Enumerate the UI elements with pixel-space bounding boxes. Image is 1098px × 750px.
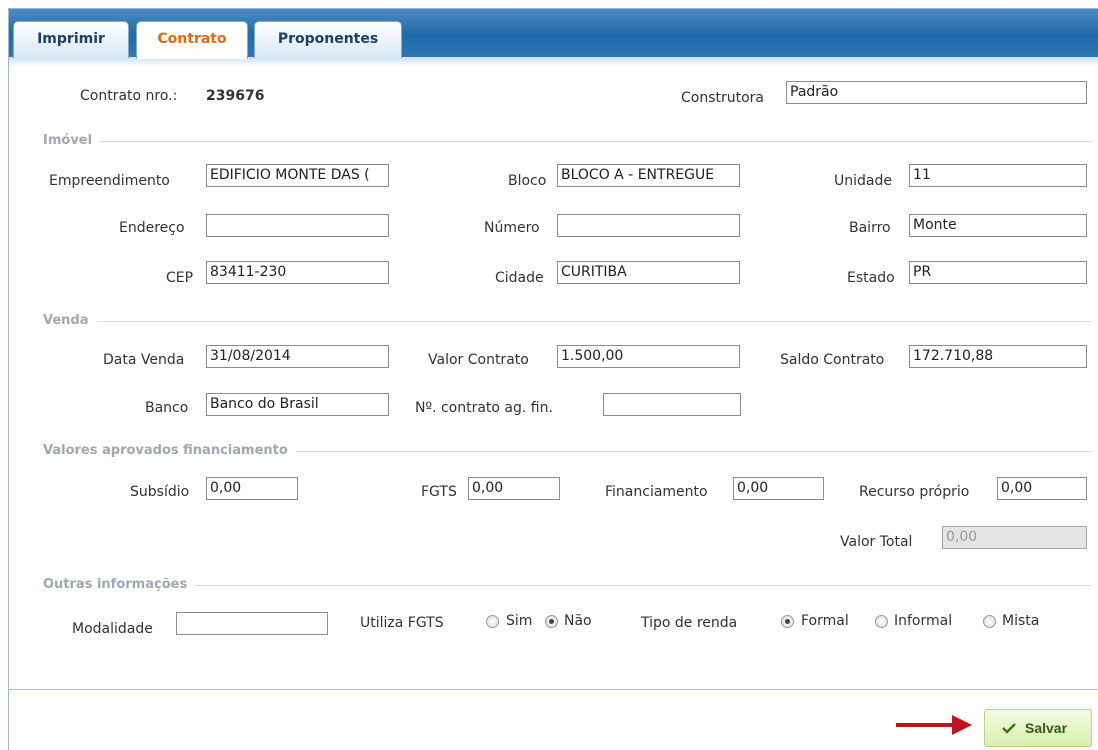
estado-input[interactable]: PR bbox=[909, 261, 1087, 284]
contrato-label: Contrato nro.: bbox=[80, 88, 178, 104]
empreendimento-input[interactable]: EDIFICIO MONTE DAS ( bbox=[206, 164, 389, 187]
numero-input[interactable] bbox=[557, 214, 740, 237]
data-venda-input[interactable]: 31/08/2014 bbox=[206, 345, 389, 368]
save-button-label: Salvar bbox=[1025, 720, 1068, 736]
bairro-label: Bairro bbox=[849, 220, 891, 236]
fgts-nao-radio[interactable] bbox=[545, 615, 558, 628]
valor-total-input: 0,00 bbox=[942, 526, 1087, 549]
renda-mista-label[interactable]: Mista bbox=[1002, 613, 1039, 629]
section-venda: Venda bbox=[43, 313, 1091, 329]
renda-informal-radio[interactable] bbox=[875, 615, 888, 628]
saldo-contrato-label: Saldo Contrato bbox=[780, 352, 885, 368]
section-outras-title: Outras informações bbox=[43, 577, 196, 592]
valor-contrato-label: Valor Contrato bbox=[428, 352, 529, 368]
contrato-ag-label: Nº. contrato ag. fin. bbox=[415, 400, 553, 416]
section-venda-title: Venda bbox=[43, 313, 97, 328]
section-imovel-title: Imóvel bbox=[43, 133, 101, 148]
saldo-contrato-input[interactable]: 172.710,88 bbox=[909, 345, 1087, 368]
cidade-label: Cidade bbox=[495, 270, 544, 286]
fgts-sim-radio[interactable] bbox=[486, 615, 499, 628]
tab-contrato[interactable]: Contrato bbox=[136, 21, 248, 59]
contrato-ag-input[interactable] bbox=[603, 393, 741, 416]
modalidade-label: Modalidade bbox=[72, 621, 153, 637]
banco-input[interactable]: Banco do Brasil bbox=[206, 393, 389, 416]
data-venda-label: Data Venda bbox=[103, 352, 185, 368]
contract-panel: Imprimir Contrato Proponentes Contrato n… bbox=[8, 8, 1098, 750]
recurso-proprio-input[interactable]: 0,00 bbox=[997, 477, 1087, 500]
section-outras: Outras informações bbox=[43, 577, 1091, 593]
subsidio-label: Subsídio bbox=[130, 484, 190, 500]
endereco-label: Endereço bbox=[119, 220, 185, 236]
estado-label: Estado bbox=[847, 270, 895, 286]
check-icon bbox=[1001, 721, 1017, 738]
cep-input[interactable]: 83411-230 bbox=[206, 261, 389, 284]
footer-divider bbox=[9, 689, 1098, 690]
bloco-input[interactable]: BLOCO A - ENTREGUE bbox=[557, 164, 740, 187]
bairro-input[interactable]: Monte bbox=[909, 214, 1087, 237]
renda-formal-label[interactable]: Formal bbox=[801, 613, 849, 629]
unidade-input[interactable]: 11 bbox=[909, 164, 1087, 187]
modalidade-input[interactable] bbox=[176, 612, 328, 635]
fgts-input[interactable]: 0,00 bbox=[468, 477, 560, 500]
recurso-proprio-label: Recurso próprio bbox=[859, 484, 970, 500]
fgts-nao-label[interactable]: Não bbox=[564, 613, 592, 629]
utiliza-fgts-label: Utiliza FGTS bbox=[360, 615, 444, 631]
fgts-label: FGTS bbox=[421, 484, 457, 500]
valor-contrato-input[interactable]: 1.500,00 bbox=[557, 345, 740, 368]
tipo-renda-label: Tipo de renda bbox=[641, 615, 738, 631]
construtora-input[interactable]: Padrão bbox=[786, 81, 1087, 104]
financiamento-input[interactable]: 0,00 bbox=[733, 477, 824, 500]
banco-label: Banco bbox=[145, 400, 189, 416]
financiamento-label: Financiamento bbox=[605, 484, 708, 500]
renda-informal-label[interactable]: Informal bbox=[894, 613, 952, 629]
endereco-input[interactable] bbox=[206, 214, 389, 237]
arrow-right-icon bbox=[896, 715, 972, 735]
empreendimento-label: Empreendimento bbox=[49, 173, 170, 189]
save-button[interactable]: Salvar bbox=[984, 709, 1092, 747]
bloco-label: Bloco bbox=[508, 173, 547, 189]
section-imovel: Imóvel bbox=[43, 133, 1091, 149]
contrato-number: 239676 bbox=[206, 88, 265, 104]
numero-label: Número bbox=[484, 220, 540, 236]
renda-formal-radio[interactable] bbox=[781, 615, 794, 628]
cidade-input[interactable]: CURITIBA bbox=[557, 261, 740, 284]
tab-imprimir[interactable]: Imprimir bbox=[13, 21, 129, 58]
section-valores-title: Valores aprovados financiamento bbox=[43, 443, 296, 458]
construtora-label: Construtora bbox=[681, 90, 765, 106]
valor-total-label: Valor Total bbox=[840, 534, 913, 550]
subsidio-input[interactable]: 0,00 bbox=[206, 477, 298, 500]
tab-proponentes[interactable]: Proponentes bbox=[254, 21, 402, 58]
section-valores: Valores aprovados financiamento bbox=[43, 443, 1091, 459]
unidade-label: Unidade bbox=[834, 173, 892, 189]
cep-label: CEP bbox=[166, 270, 194, 286]
renda-mista-radio[interactable] bbox=[983, 615, 996, 628]
fgts-sim-label[interactable]: Sim bbox=[506, 613, 532, 629]
